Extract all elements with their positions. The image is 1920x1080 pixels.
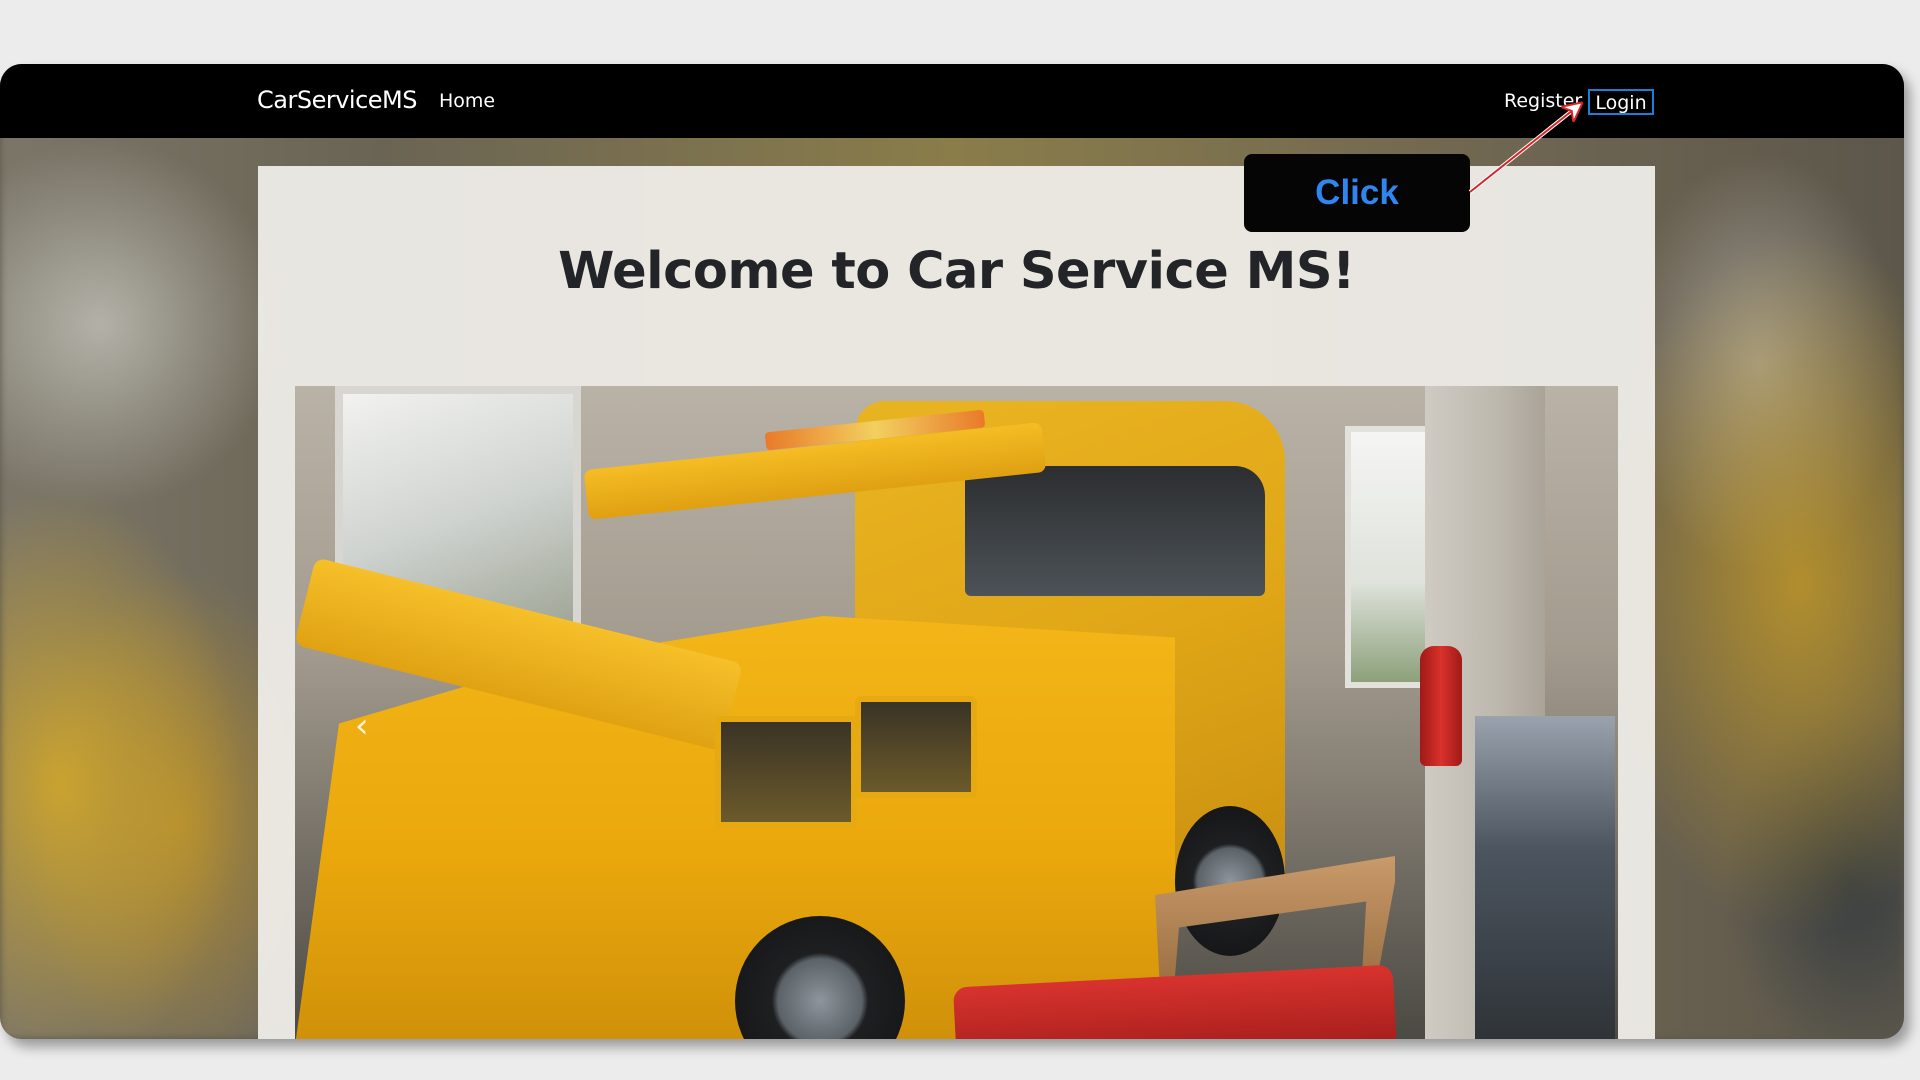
truck-window (965, 466, 1265, 596)
click-callout: Click (1244, 154, 1470, 232)
nav-link-register[interactable]: Register (1504, 90, 1582, 112)
page-title: Welcome to Car Service MS! (558, 242, 1355, 301)
garage-clutter (1475, 716, 1615, 1039)
brand-link[interactable]: CarServiceMS (257, 86, 417, 114)
main-content-panel: Welcome to Car Service MS! ‹ (258, 166, 1655, 1039)
nav-link-home[interactable]: Home (439, 90, 495, 112)
top-navbar: CarServiceMS Home Register Login (0, 64, 1904, 138)
nav-link-login[interactable]: Login (1588, 89, 1654, 115)
chevron-left-icon[interactable]: ‹ (355, 706, 369, 746)
browser-window: CarServiceMS Home Register Login Welcome… (0, 64, 1904, 1039)
truck-compartment (855, 696, 977, 798)
image-carousel[interactable]: ‹ (295, 386, 1618, 1039)
truck-compartment (715, 716, 857, 828)
fire-extinguisher (1420, 646, 1462, 766)
